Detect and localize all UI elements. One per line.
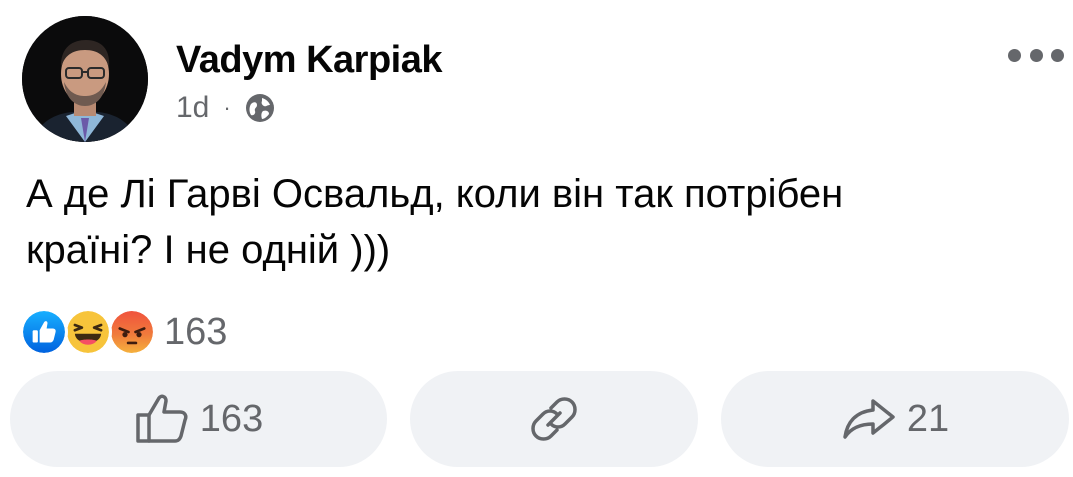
more-options-button[interactable]: [1008, 40, 1064, 70]
meta-separator: ·: [223, 95, 231, 120]
reaction-count[interactable]: 163: [164, 311, 227, 354]
author-avatar[interactable]: [22, 16, 148, 142]
post-meta: 1d ·: [176, 88, 275, 128]
facebook-post: Vadym Karpiak 1d · А де Лі Гарві Освальд…: [0, 0, 1073, 477]
share-count: 21: [906, 397, 950, 440]
post-text-line: країні? І не одній ))): [26, 228, 391, 272]
dot-icon: [1051, 48, 1064, 62]
reaction-icons: [20, 308, 160, 356]
copy-link-button[interactable]: [410, 371, 698, 467]
like-button[interactable]: 163: [10, 371, 387, 467]
post-time[interactable]: 1d: [176, 91, 209, 125]
globe-icon[interactable]: [245, 93, 275, 123]
dot-icon: [1029, 48, 1043, 62]
avatar-portrait: [22, 16, 148, 142]
haha-icon: [64, 308, 112, 356]
link-icon: [531, 397, 577, 441]
reactions-summary[interactable]: 163: [20, 308, 227, 356]
dot-icon: [1008, 48, 1021, 62]
like-count: 163: [199, 397, 264, 440]
like-icon: [20, 308, 68, 356]
post-text-line: А де Лі Гарві Освальд, коли він так потр…: [26, 172, 844, 216]
share-arrow-icon: [843, 399, 895, 439]
post-text: А де Лі Гарві Освальд, коли він так потр…: [26, 166, 1046, 278]
angry-icon: [108, 308, 156, 356]
thumbs-up-icon: [136, 394, 188, 443]
author-name[interactable]: Vadym Karpiak: [176, 36, 442, 84]
share-button[interactable]: 21: [721, 371, 1069, 467]
